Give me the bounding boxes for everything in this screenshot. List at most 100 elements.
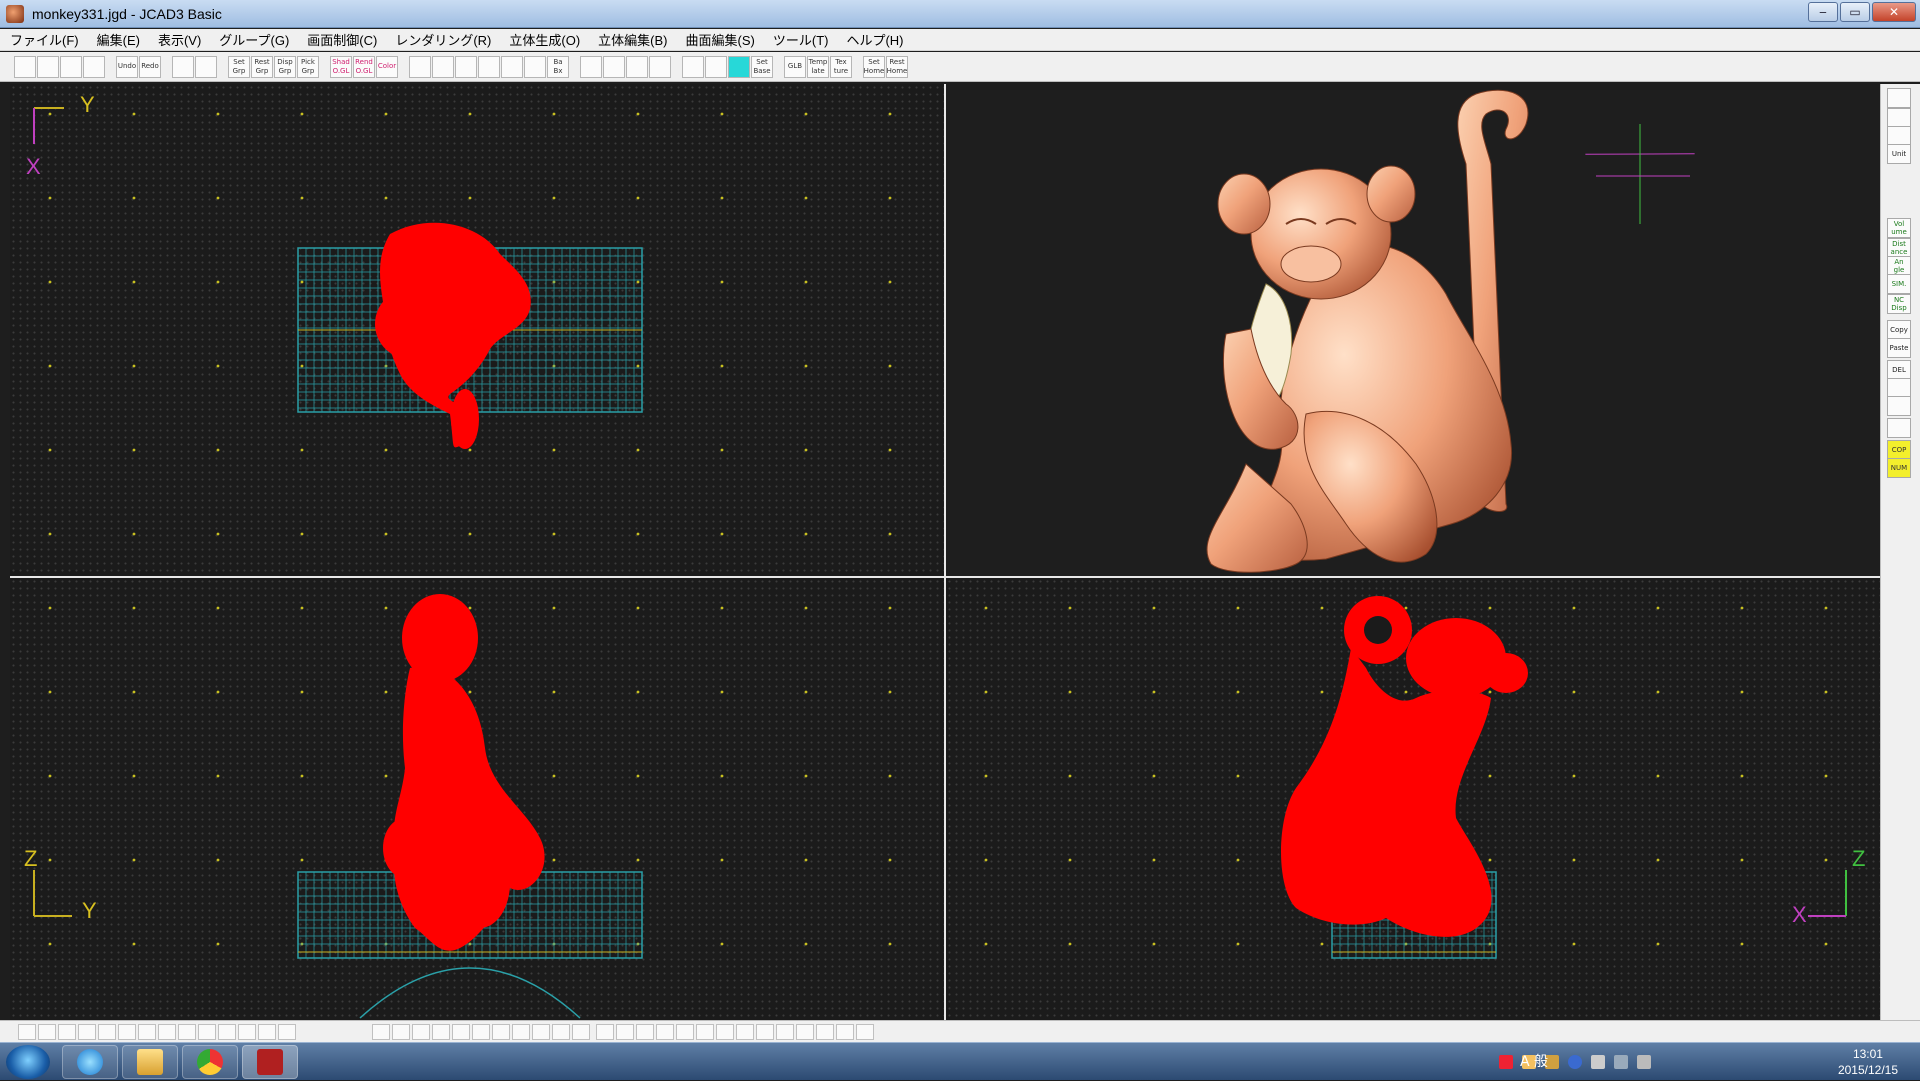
bottom-tool-button[interactable]: [636, 1024, 654, 1040]
tray-network-icon[interactable]: [1614, 1055, 1628, 1069]
viewport-splitter-horizontal[interactable]: [10, 576, 1880, 578]
bottom-tool-button[interactable]: [816, 1024, 834, 1040]
bottom-tool-button[interactable]: [58, 1024, 76, 1040]
menu-item[interactable]: 立体生成(O): [509, 30, 580, 49]
grid-active-icon[interactable]: [728, 55, 750, 78]
menu-item[interactable]: グループ(G): [219, 30, 289, 49]
bottom-tool-button[interactable]: [258, 1024, 276, 1040]
bottom-tool-button[interactable]: [178, 1024, 196, 1040]
taskbar-jcad3[interactable]: [242, 1045, 298, 1079]
pan-hand-icon[interactable]: [524, 55, 546, 78]
viewport-side[interactable]: Z X: [946, 578, 1880, 1020]
bottom-tool-button[interactable]: [836, 1024, 854, 1040]
bottom-tool-button[interactable]: [372, 1024, 390, 1040]
bottom-tool-button[interactable]: [656, 1024, 674, 1040]
grid-dot-icon[interactable]: [705, 55, 727, 78]
bottom-tool-button[interactable]: [696, 1024, 714, 1040]
angle-icon[interactable]: An gle: [1887, 256, 1911, 276]
bottom-tool-button[interactable]: [512, 1024, 530, 1040]
undo-icon[interactable]: Undo: [116, 55, 138, 78]
tray-help-icon[interactable]: [1568, 1055, 1582, 1069]
new-file-icon[interactable]: [14, 55, 36, 78]
bottom-tool-button[interactable]: [118, 1024, 136, 1040]
minimize-button[interactable]: ‒: [1808, 2, 1838, 22]
bottom-tool-button[interactable]: [796, 1024, 814, 1040]
box-icon[interactable]: Ba Bx: [547, 55, 569, 78]
bottom-tool-button[interactable]: [616, 1024, 634, 1040]
bottom-tool-button[interactable]: [18, 1024, 36, 1040]
bottom-tool-button[interactable]: [716, 1024, 734, 1040]
bottom-tool-button[interactable]: [492, 1024, 510, 1040]
bottom-tool-button[interactable]: [776, 1024, 794, 1040]
bottom-tool-button[interactable]: [138, 1024, 156, 1040]
set-group-icon[interactable]: Set Grp: [228, 55, 250, 78]
menu-item[interactable]: ヘルプ(H): [846, 30, 903, 49]
save-icon[interactable]: [60, 55, 82, 78]
copy-icon[interactable]: Copy: [1887, 320, 1911, 340]
bottom-tool-button[interactable]: [596, 1024, 614, 1040]
unit-icon[interactable]: Unit: [1887, 144, 1911, 164]
texture-icon[interactable]: Tex ture: [830, 55, 852, 78]
frame-icon[interactable]: [649, 55, 671, 78]
bottom-tool-button[interactable]: [756, 1024, 774, 1040]
render-icon[interactable]: Rend O.GL: [353, 55, 375, 78]
bottom-tool-button[interactable]: [158, 1024, 176, 1040]
taskbar-ie[interactable]: [62, 1045, 118, 1079]
bottom-tool-button[interactable]: [532, 1024, 550, 1040]
menu-item[interactable]: 編集(E): [97, 30, 140, 49]
menu-item[interactable]: 表示(V): [158, 30, 201, 49]
sim-icon[interactable]: SIM.: [1887, 274, 1911, 294]
bottom-tool-button[interactable]: [278, 1024, 296, 1040]
rotate-zoom-icon[interactable]: [580, 55, 602, 78]
view-rotate-icon[interactable]: [626, 55, 648, 78]
bottom-tool-button[interactable]: [736, 1024, 754, 1040]
reset-group-icon[interactable]: Rest Grp: [251, 55, 273, 78]
volume-icon[interactable]: Vol ume: [1887, 218, 1911, 238]
zoom-window-icon[interactable]: [478, 55, 500, 78]
cop-icon[interactable]: COP: [1887, 440, 1911, 460]
table-icon[interactable]: [1887, 378, 1911, 398]
reset-home-icon[interactable]: Rest Home: [886, 55, 908, 78]
group-icon[interactable]: [172, 55, 194, 78]
layers-icon[interactable]: [1887, 126, 1911, 146]
cube-icon[interactable]: [1887, 396, 1911, 416]
bottom-tool-button[interactable]: [856, 1024, 874, 1040]
title-bar[interactable]: monkey331.jgd - JCAD3 Basic ‒ ▭ ✕: [0, 0, 1920, 28]
grid-fine-icon[interactable]: [682, 55, 704, 78]
bottom-tool-button[interactable]: [238, 1024, 256, 1040]
shade-icon[interactable]: Shad O.GL: [330, 55, 352, 78]
bottom-tool-button[interactable]: [78, 1024, 96, 1040]
glb-icon[interactable]: GLB: [784, 55, 806, 78]
display-group-icon[interactable]: Disp Grp: [274, 55, 296, 78]
viewport-front[interactable]: Z Y: [10, 578, 944, 1020]
viewport-perspective[interactable]: [946, 84, 1880, 576]
start-button[interactable]: [6, 1045, 50, 1079]
tray-volume-icon[interactable]: [1637, 1055, 1651, 1069]
num-icon[interactable]: NUM: [1887, 458, 1911, 478]
color-icon[interactable]: Color: [376, 55, 398, 78]
bottom-tool-button[interactable]: [552, 1024, 570, 1040]
bottom-tool-button[interactable]: [432, 1024, 450, 1040]
zoom-in-icon[interactable]: [409, 55, 431, 78]
taskbar-chrome[interactable]: [182, 1045, 238, 1079]
tree-icon[interactable]: [1887, 418, 1911, 438]
camera-icon[interactable]: [1887, 88, 1911, 108]
pick-group-icon[interactable]: Pick Grp: [297, 55, 319, 78]
menu-item[interactable]: ファイル(F): [10, 30, 79, 49]
tray-flag-icon[interactable]: [1591, 1055, 1605, 1069]
printer3d-icon[interactable]: [1887, 108, 1911, 128]
paste-icon[interactable]: Paste: [1887, 338, 1911, 358]
close-button[interactable]: ✕: [1872, 2, 1916, 22]
nc-display-icon[interactable]: NC Disp: [1887, 294, 1911, 314]
grid-group-icon[interactable]: [195, 55, 217, 78]
taskbar-explorer[interactable]: [122, 1045, 178, 1079]
menu-item[interactable]: 立体編集(B): [598, 30, 667, 49]
set-base-icon[interactable]: Set Base: [751, 55, 773, 78]
maximize-button[interactable]: ▭: [1840, 2, 1870, 22]
set-home-icon[interactable]: Set Home: [863, 55, 885, 78]
redo-icon[interactable]: Redo: [139, 55, 161, 78]
tray-alert-icon[interactable]: [1499, 1055, 1513, 1069]
ime-indicator[interactable]: A 般: [1520, 1051, 1548, 1071]
clock[interactable]: 13:01 2015/12/15: [1838, 1046, 1898, 1078]
bottom-tool-button[interactable]: [218, 1024, 236, 1040]
